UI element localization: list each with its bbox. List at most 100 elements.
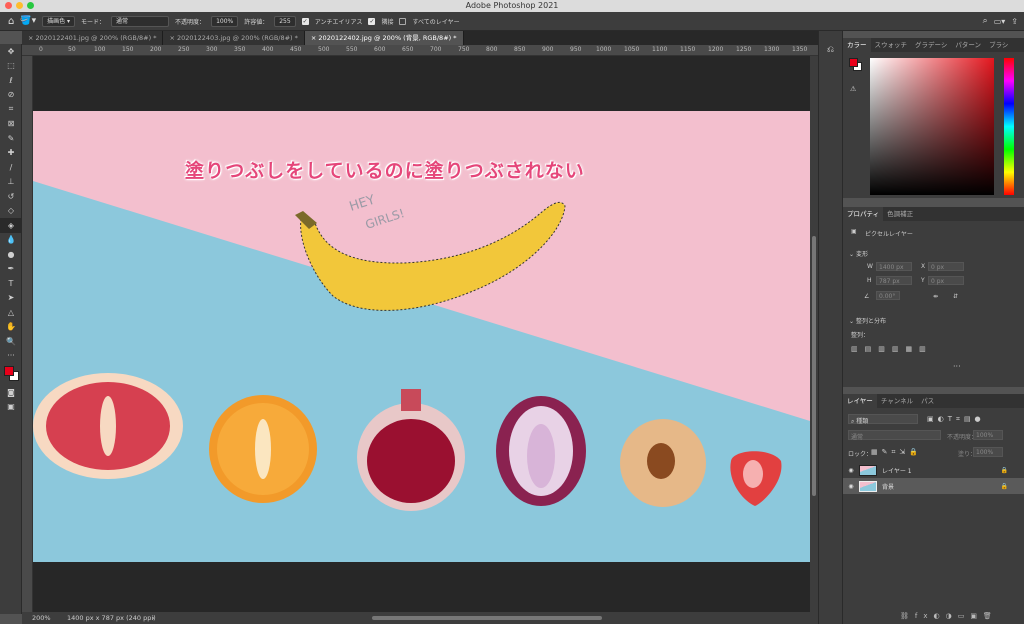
tab-patterns[interactable]: パターン [951, 38, 985, 52]
flip-vertical-icon[interactable]: ⇵ [953, 293, 958, 300]
panel-foreground-swatch[interactable] [849, 58, 858, 67]
foreground-color-swatch[interactable] [4, 366, 14, 376]
align-heading-label: 整列と分布 [855, 318, 886, 325]
shape-tool-icon[interactable]: △ [0, 305, 22, 320]
tab-adjustments[interactable]: 色調補正 [883, 207, 917, 221]
hand-tool-icon[interactable]: ✋ [0, 320, 22, 335]
ruler-tick: 650 [402, 46, 414, 53]
document-image[interactable]: HEY GIRLS! 塗りつぶしをしているのに塗りつぶされない [33, 111, 810, 562]
layer-filter-icons[interactable]: ▣◐T⌗▤● [927, 415, 985, 424]
tab-properties[interactable]: プロパティ [843, 207, 884, 221]
more-options-icon[interactable]: ··· [953, 362, 961, 371]
tolerance-input[interactable]: 255 [274, 15, 296, 27]
vertical-scrollbar[interactable] [810, 56, 818, 612]
color-swatches[interactable] [0, 363, 21, 385]
blur-tool-icon[interactable]: 💧 [0, 233, 22, 248]
layer-name: レイヤー 1 [882, 467, 912, 475]
eyedropper-tool-icon[interactable]: ✎ [0, 131, 22, 146]
share-icon[interactable]: ⇪ [1011, 17, 1018, 26]
quick-select-tool-icon[interactable]: ⊘ [0, 88, 22, 103]
ruler-tick: 750 [458, 46, 470, 53]
tab-document-2[interactable]: × 2020122403.jpg @ 200% (RGB/8#) * [163, 31, 305, 45]
color-field[interactable] [870, 58, 994, 195]
marquee-tool-icon[interactable]: ⬚ [0, 59, 22, 74]
tab-document-3[interactable]: × 2020122402.jpg @ 200% (背景, RGB/8#) * [304, 31, 464, 45]
pen-tool-icon[interactable]: ✒ [0, 262, 22, 277]
path-selection-tool-icon[interactable]: ➤ [0, 291, 22, 306]
horizontal-scrollbar[interactable] [372, 616, 602, 620]
document-info[interactable]: 1400 px x 787 px (240 ppi) [67, 612, 156, 624]
more-tools-icon[interactable]: ··· [0, 349, 22, 364]
layer-filter-select[interactable]: ⌕ 種類 [848, 414, 918, 425]
y-field[interactable]: 0 px [928, 276, 964, 285]
hue-slider[interactable] [1004, 58, 1014, 195]
home-icon[interactable]: ⌂ [8, 16, 14, 27]
paint-bucket-preset-icon[interactable]: 🪣▾ [20, 16, 36, 26]
tab-paths[interactable]: パス [917, 394, 938, 408]
visibility-eye-icon[interactable]: ◉ [843, 483, 859, 490]
stamp-tool-icon[interactable]: ⊥ [0, 175, 22, 190]
fill-source-value: 描画色 [47, 17, 66, 25]
history-icon[interactable]: ⎌ [819, 45, 842, 55]
x-value: 0 px [931, 264, 945, 271]
visibility-eye-icon[interactable]: ◉ [843, 467, 859, 474]
width-field[interactable]: 1400 px [876, 262, 912, 271]
blend-mode-select[interactable]: 通常 [848, 430, 941, 441]
crop-tool-icon[interactable]: ⌗ [0, 102, 22, 117]
all-layers-checkbox[interactable] [399, 17, 407, 25]
layer-row[interactable]: ◉ レイヤー 1 🔒 [843, 462, 1024, 478]
scrollbar-thumb[interactable] [812, 236, 816, 496]
fill-field[interactable]: 100% [973, 447, 1003, 457]
tab-color[interactable]: カラー [843, 38, 871, 52]
flip-horizontal-icon[interactable]: ⇹ [933, 293, 938, 300]
close-window-button[interactable] [5, 2, 12, 9]
gamut-warning-icon[interactable]: ⚠ [850, 85, 856, 93]
align-buttons-icon[interactable]: ▥▤▥▥▦▥ [851, 345, 933, 353]
layer-row-selected[interactable]: ◉ 背景 🔒 [843, 478, 1024, 494]
antialias-checkbox[interactable]: ✓ [301, 17, 309, 25]
zoom-tool-icon[interactable]: 🔍 [0, 334, 22, 349]
fill-source-select[interactable]: 描画色 ▾ [42, 15, 76, 27]
screen-mode-icon[interactable]: ▣ [0, 400, 22, 415]
contiguous-checkbox[interactable]: ✓ [368, 17, 376, 25]
type-tool-icon[interactable]: T [0, 276, 22, 291]
ruler-tick: 300 [206, 46, 218, 53]
paint-bucket-tool-icon[interactable]: ◈ [0, 218, 22, 233]
tab-swatches[interactable]: スウォッチ [871, 38, 912, 52]
lasso-tool-icon[interactable]: ℓ [0, 73, 22, 88]
frame-tool-icon[interactable]: ⊠ [0, 117, 22, 132]
zoom-level[interactable]: 200% [32, 612, 51, 624]
layers-panel-tabs: レイヤー チャンネル パス [843, 394, 1024, 408]
workspace-icon[interactable]: ▭▾ [994, 17, 1006, 26]
x-label: X [921, 263, 926, 270]
angle-field[interactable]: 0.00° [876, 291, 900, 300]
minimize-window-button[interactable] [16, 2, 23, 9]
quick-mask-icon[interactable]: ◙ [0, 385, 22, 400]
zoom-window-button[interactable] [27, 2, 34, 9]
tab-gradients[interactable]: グラデーシ [911, 38, 951, 52]
eraser-tool-icon[interactable]: ◇ [0, 204, 22, 219]
tools-panel: ✥ ⬚ ℓ ⊘ ⌗ ⊠ ✎ ✚ / ⊥ ↺ ◇ ◈ 💧 ● ✒ T ➤ △ ✋ … [0, 44, 22, 614]
transform-heading[interactable]: ⌄ 変形 [849, 249, 868, 258]
tab-channels[interactable]: チャンネル [877, 394, 917, 408]
tolerance-label: 許容値： [244, 18, 269, 26]
move-tool-icon[interactable]: ✥ [0, 44, 22, 59]
tab-document-1[interactable]: × 2020122401.jpg @ 200% (RGB/8#) * [22, 31, 164, 45]
x-field[interactable]: 0 px [928, 262, 964, 271]
lock-icons[interactable]: ▦✎⌗⇲🔒 [871, 448, 922, 457]
status-arrow-icon[interactable]: › [152, 612, 155, 624]
opacity-input[interactable]: 100% [211, 15, 239, 27]
search-icon[interactable]: ⌕ [983, 16, 988, 26]
opacity-value: 100% [216, 17, 234, 25]
healing-brush-tool-icon[interactable]: ✚ [0, 146, 22, 161]
mode-select[interactable]: 通常 [111, 15, 170, 27]
history-brush-tool-icon[interactable]: ↺ [0, 189, 22, 204]
layers-footer-icons[interactable]: ⛓fx◐◑▭▣🗑 [900, 612, 998, 620]
height-field[interactable]: 787 px [876, 276, 912, 285]
tab-brushes[interactable]: ブラシ [985, 38, 1012, 52]
align-heading[interactable]: ⌄ 整列と分布 [849, 316, 886, 325]
tab-layers[interactable]: レイヤー [843, 394, 877, 408]
dodge-tool-icon[interactable]: ● [0, 247, 22, 262]
brush-tool-icon[interactable]: / [0, 160, 22, 175]
layer-opacity-field[interactable]: 100% [973, 430, 1003, 440]
